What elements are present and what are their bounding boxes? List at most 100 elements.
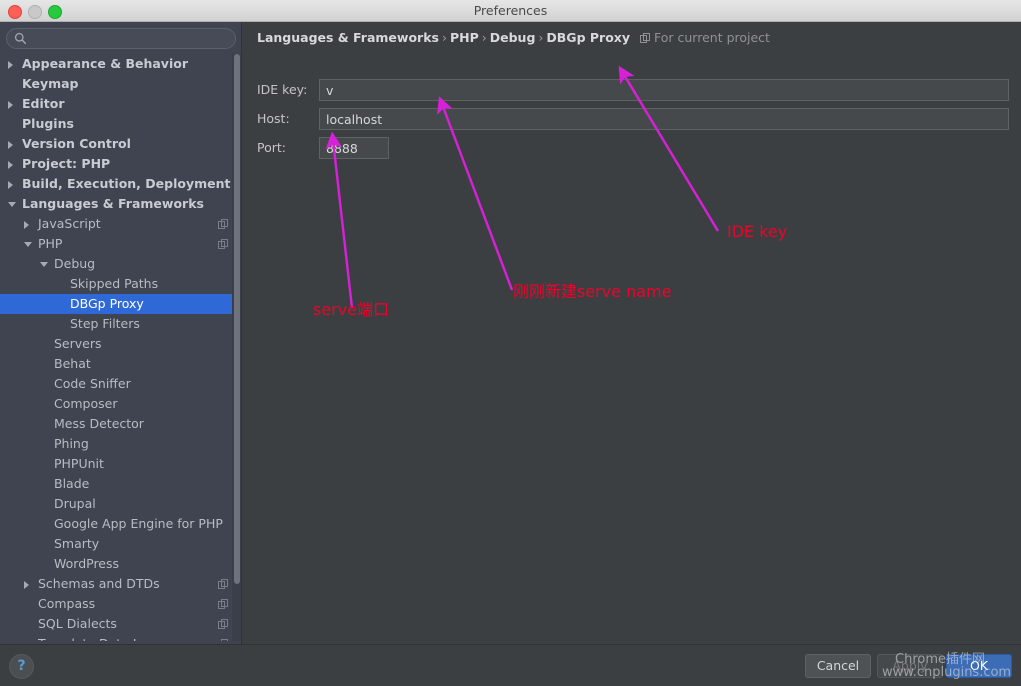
sidebar-item-compass[interactable]: Compass: [0, 594, 242, 614]
field-input-host[interactable]: [319, 108, 1009, 130]
breadcrumb: Languages & Frameworks › PHP › Debug › DBGp Pr…: [257, 30, 770, 45]
sidebar-item-keymap[interactable]: Keymap: [0, 74, 242, 94]
apply-button: Apply: [877, 654, 943, 678]
breadcrumb-separator: ›: [441, 30, 447, 45]
help-button[interactable]: ?: [9, 654, 34, 679]
sidebar-item-label: Plugins: [22, 116, 74, 131]
sidebar-item-php[interactable]: PHP: [0, 234, 242, 254]
sidebar-item-mess-detector[interactable]: Mess Detector: [0, 414, 242, 434]
sidebar-item-smarty[interactable]: Smarty: [0, 534, 242, 554]
project-scope-icon: [218, 219, 228, 229]
sidebar-item-wordpress[interactable]: WordPress: [0, 554, 242, 574]
cancel-button[interactable]: Cancel: [805, 654, 871, 678]
field-label-port: Port:: [257, 140, 286, 155]
sidebar-item-step-filters[interactable]: Step Filters: [0, 314, 242, 334]
sidebar-item-schemas-and-dtds[interactable]: Schemas and DTDs: [0, 574, 242, 594]
sidebar-item-appearance-behavior[interactable]: Appearance & Behavior: [0, 54, 242, 74]
project-scope-icon: [221, 639, 228, 641]
sidebar-item-label: Google App Engine for PHP: [54, 516, 223, 531]
sidebar-item-label: Behat: [54, 356, 91, 371]
project-scope-icon: [218, 239, 228, 249]
sidebar-item-code-sniffer[interactable]: Code Sniffer: [0, 374, 242, 394]
breadcrumb-segment: PHP: [449, 30, 479, 45]
sidebar-item-sql-dialects[interactable]: SQL Dialects: [0, 614, 242, 634]
ok-button[interactable]: OK: [946, 654, 1012, 678]
chevron-right-icon[interactable]: [24, 221, 29, 229]
settings-detail-panel: Languages & Frameworks › PHP › Debug › DBGp Pr…: [242, 22, 1021, 644]
sidebar-item-drupal[interactable]: Drupal: [0, 494, 242, 514]
sidebar-item-google-app-engine-for-php[interactable]: Google App Engine for PHP: [0, 514, 242, 534]
sidebar-item-label: Step Filters: [70, 316, 140, 331]
sidebar-item-label: Code Sniffer: [54, 376, 131, 391]
sidebar-item-label: Debug: [54, 256, 96, 271]
chevron-right-icon[interactable]: [8, 141, 13, 149]
sidebar-item-languages-frameworks[interactable]: Languages & Frameworks: [0, 194, 242, 214]
project-scope-icon: [218, 619, 228, 629]
breadcrumb-segment: Debug: [489, 30, 536, 45]
sidebar-item-label: Skipped Paths: [70, 276, 159, 291]
dialog-button-bar: ? Cancel Apply OK Chrome插件网 www.cnplugins.…: [0, 644, 1021, 686]
sidebar-scrollbar-thumb[interactable]: [234, 54, 240, 584]
sidebar-item-label: Project: PHP: [22, 156, 111, 171]
project-scope-icon: [218, 599, 228, 609]
breadcrumb-segment: Languages & Frameworks: [257, 30, 439, 45]
sidebar-item-label: Appearance & Behavior: [22, 56, 188, 71]
sidebar-item-dbgp-proxy[interactable]: DBGp Proxy: [0, 294, 242, 314]
preferences-window: Preferences Appearance & Behavior Keymap E…: [0, 0, 1021, 686]
sidebar-item-version-control[interactable]: Version Control: [0, 134, 242, 154]
field-input-idekey[interactable]: [319, 79, 1009, 101]
sidebar-item-label: JavaScript: [38, 216, 101, 231]
search-input[interactable]: [6, 28, 236, 49]
window-title: Preferences: [473, 3, 548, 18]
field-label-host: Host:: [257, 111, 290, 126]
sidebar-item-plugins[interactable]: Plugins: [0, 114, 242, 134]
sidebar-item-label: PHP: [38, 236, 63, 251]
sidebar-item-build-execution-deployment[interactable]: Build, Execution, Deployment: [0, 174, 242, 194]
breadcrumb-scope-label: For current project: [654, 30, 770, 45]
sidebar-item-debug[interactable]: Debug: [0, 254, 242, 274]
sidebar-item-template-data-languages[interactable]: Template Data Languages: [0, 634, 242, 641]
sidebar-item-label: Template Data Languages: [38, 634, 201, 641]
sidebar-item-label: Compass: [38, 596, 96, 611]
search-icon: [14, 32, 27, 45]
sidebar-item-servers[interactable]: Servers: [0, 334, 242, 354]
sidebar-item-phpunit[interactable]: PHPUnit: [0, 454, 242, 474]
sidebar-item-label: Version Control: [22, 136, 131, 151]
chevron-down-icon[interactable]: [24, 242, 32, 247]
sidebar-item-phing[interactable]: Phing: [0, 434, 242, 454]
sidebar-item-blade[interactable]: Blade: [0, 474, 242, 494]
project-scope-icon: [640, 33, 650, 43]
breadcrumb-segment: DBGp Proxy: [546, 30, 630, 45]
sidebar-item-javascript[interactable]: JavaScript: [0, 214, 242, 234]
field-input-port[interactable]: [319, 137, 389, 159]
chevron-right-icon[interactable]: [8, 101, 13, 109]
sidebar-item-label: Smarty: [54, 536, 100, 551]
sidebar-item-label: DBGp Proxy: [70, 296, 144, 311]
chevron-right-icon[interactable]: [8, 61, 13, 69]
sidebar-item-label: SQL Dialects: [38, 616, 117, 631]
sidebar-search[interactable]: [6, 28, 236, 49]
breadcrumb-separator: ›: [538, 30, 544, 45]
sidebar-item-label: Servers: [54, 336, 102, 351]
sidebar-item-label: WordPress: [54, 556, 120, 571]
window-titlebar: Preferences: [0, 0, 1021, 22]
sidebar-item-label: Editor: [22, 96, 65, 111]
project-scope-icon: [218, 579, 228, 589]
sidebar-item-label: Schemas and DTDs: [38, 576, 160, 591]
sidebar-item-behat[interactable]: Behat: [0, 354, 242, 374]
settings-tree[interactable]: Appearance & Behavior Keymap Editor Plugins…: [0, 54, 242, 641]
sidebar-item-skipped-paths[interactable]: Skipped Paths: [0, 274, 242, 294]
chevron-right-icon[interactable]: [24, 581, 29, 589]
sidebar-item-editor[interactable]: Editor: [0, 94, 242, 114]
chevron-right-icon[interactable]: [8, 161, 13, 169]
field-label-idekey: IDE key:: [257, 82, 308, 97]
sidebar-item-label: Phing: [54, 436, 89, 451]
breadcrumb-separator: ›: [481, 30, 487, 45]
sidebar-item-project-php[interactable]: Project: PHP: [0, 154, 242, 174]
sidebar-item-composer[interactable]: Composer: [0, 394, 242, 414]
chevron-down-icon[interactable]: [40, 262, 48, 267]
chevron-down-icon[interactable]: [8, 202, 16, 207]
sidebar-item-label: Drupal: [54, 496, 96, 511]
sidebar-item-label: Languages & Frameworks: [22, 196, 204, 211]
chevron-right-icon[interactable]: [8, 181, 13, 189]
